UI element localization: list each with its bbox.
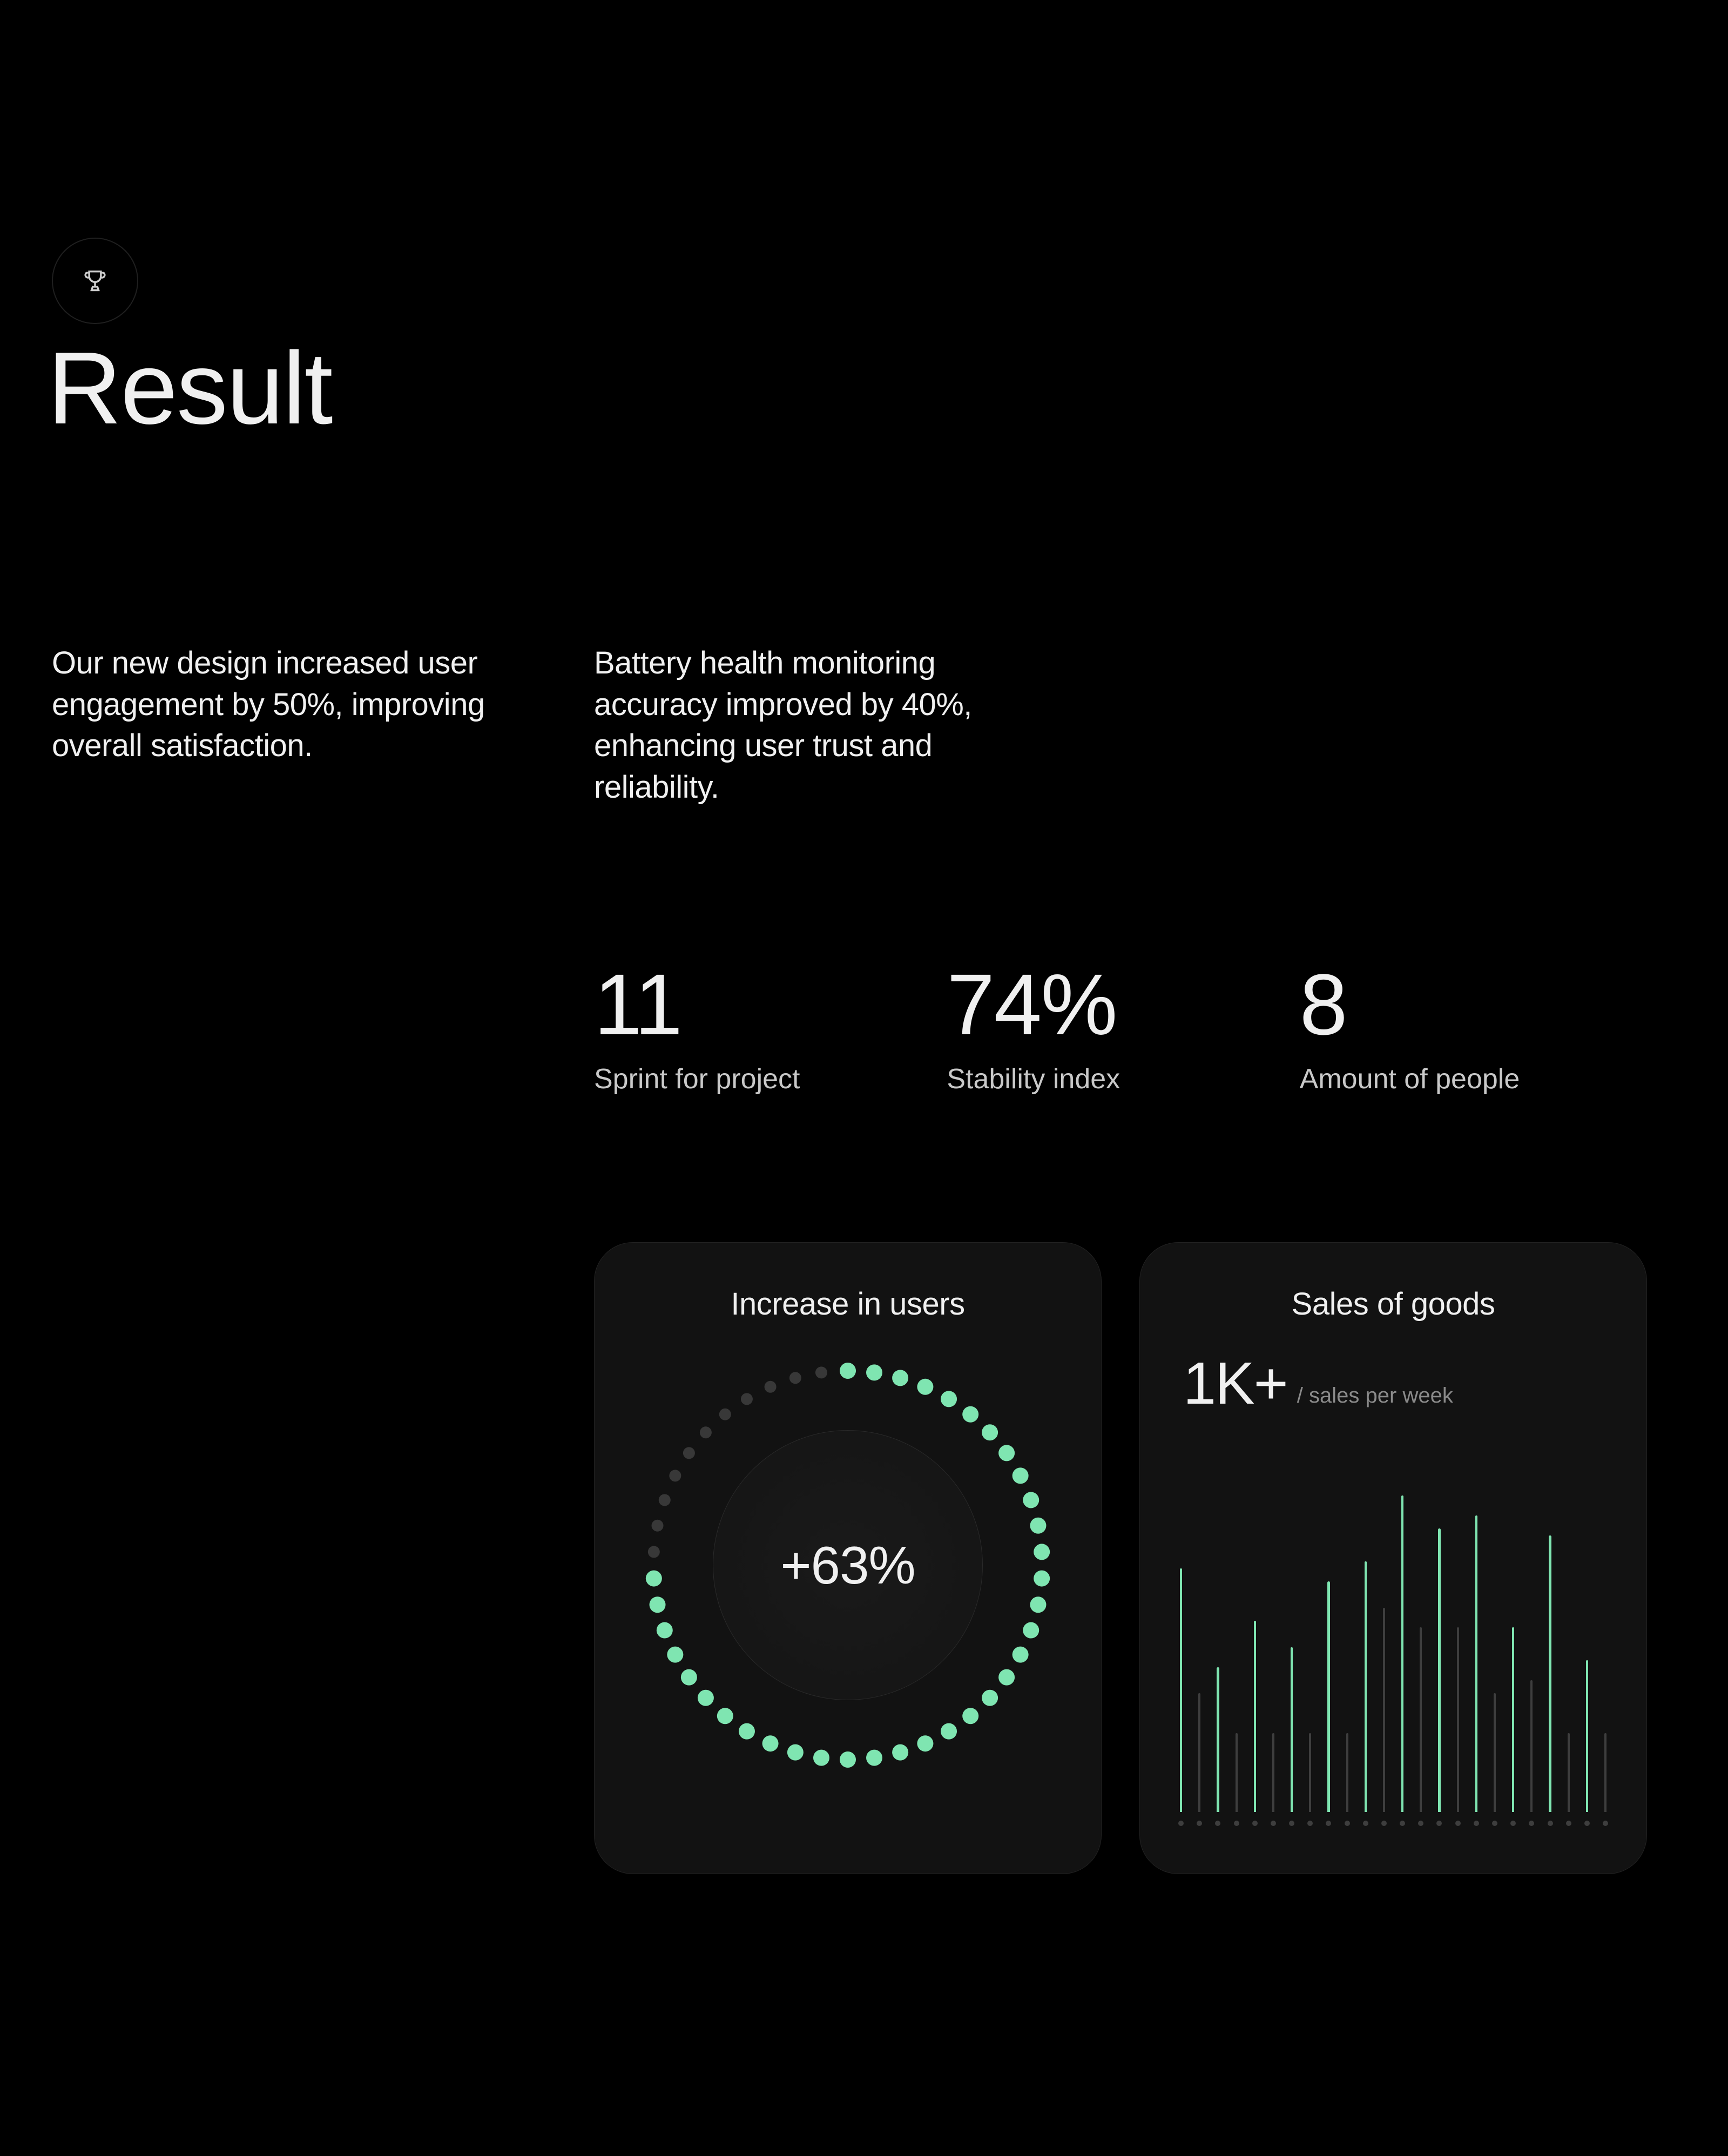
ring-dot (892, 1370, 908, 1386)
page-title: Result (48, 329, 332, 447)
bar-dim (1530, 1680, 1533, 1812)
ring-dot (717, 1708, 733, 1724)
bar-accent (1475, 1515, 1477, 1812)
bar-accent (1365, 1561, 1367, 1812)
ring-dot (1034, 1571, 1050, 1587)
ring-dot (962, 1708, 978, 1724)
bar-dim (1568, 1733, 1570, 1812)
ring-dot (840, 1363, 856, 1379)
ring-dot (982, 1690, 998, 1706)
stat-value: 74% (947, 961, 1267, 1048)
ring-dot (719, 1409, 731, 1420)
bar-accent (1401, 1495, 1403, 1812)
stat-value: 11 (594, 961, 914, 1048)
ring-dot (650, 1596, 666, 1613)
bar-accent (1586, 1660, 1588, 1812)
ring-dot (1030, 1518, 1046, 1534)
card-sales: Sales of goods 1K+ / sales per week (1139, 1242, 1647, 1874)
ring-dot (657, 1622, 673, 1639)
ring-dot (1013, 1647, 1029, 1663)
ring-dot (941, 1723, 957, 1740)
ring-dot (840, 1751, 856, 1768)
ring-dot (1023, 1622, 1039, 1639)
ring-dot (789, 1372, 801, 1384)
ring-dot (739, 1723, 755, 1740)
stat-label: Sprint for project (594, 1063, 914, 1095)
ring-dot (700, 1426, 712, 1438)
ring-dot (998, 1669, 1015, 1686)
bar-dim (1383, 1608, 1385, 1812)
ring-dot (998, 1445, 1015, 1461)
stat-label: Stability index (947, 1063, 1267, 1095)
progress-value: +63% (713, 1430, 983, 1700)
stat-value: 8 (1300, 961, 1620, 1048)
stat-people: 8 Amount of people (1300, 961, 1620, 1095)
bar-accent (1180, 1568, 1182, 1812)
ring-dot (667, 1647, 683, 1663)
trophy-icon (52, 238, 138, 324)
ring-dot (652, 1520, 664, 1532)
ring-dot (765, 1381, 777, 1393)
bar-dim (1236, 1733, 1238, 1812)
ring-dot (648, 1546, 660, 1558)
progress-ring: +63% (637, 1355, 1058, 1776)
bar-dim (1494, 1693, 1496, 1812)
bar-dim (1198, 1693, 1200, 1812)
bar-dim (1604, 1733, 1606, 1812)
sales-per: / sales per week (1297, 1384, 1453, 1408)
ring-dot (1013, 1467, 1029, 1484)
ring-dot (813, 1750, 829, 1766)
result-summary-1: Our new design increased user engagement… (52, 643, 516, 767)
ring-dot (962, 1406, 978, 1423)
stats-row: 11 Sprint for project 74% Stability inde… (594, 961, 1620, 1095)
bar-dim (1272, 1733, 1274, 1812)
ring-dot (787, 1744, 804, 1761)
card-title: Sales of goods (1178, 1286, 1609, 1322)
ring-dot (683, 1447, 695, 1459)
cards-row: Increase in users +63% Sales of goods 1K… (594, 1242, 1647, 1874)
ring-dot (917, 1379, 933, 1395)
bar-accent (1512, 1627, 1514, 1812)
ring-dot (681, 1669, 697, 1686)
card-users: Increase in users +63% (594, 1242, 1102, 1874)
ring-dot (762, 1735, 779, 1751)
stat-label: Amount of people (1300, 1063, 1620, 1095)
ring-dot (815, 1366, 827, 1378)
ring-dot (1030, 1596, 1046, 1613)
ring-dot (698, 1690, 714, 1706)
ring-dot (741, 1393, 753, 1405)
ring-dot (866, 1750, 882, 1766)
ring-dot (917, 1735, 933, 1751)
ring-dot (892, 1744, 908, 1761)
bar-dim (1346, 1733, 1348, 1812)
bar-accent (1549, 1535, 1551, 1812)
ring-dot (941, 1391, 957, 1407)
ring-dot (1023, 1492, 1039, 1508)
bar-dim (1457, 1627, 1459, 1812)
ring-dot (1034, 1544, 1050, 1560)
bar-accent (1438, 1528, 1440, 1812)
ring-dot (669, 1470, 681, 1481)
ring-dot (646, 1571, 662, 1587)
bar-accent (1291, 1647, 1293, 1812)
ring-dot (866, 1364, 882, 1380)
result-summary-2: Battery health monitoring accuracy impro… (594, 643, 1058, 808)
card-title: Increase in users (632, 1286, 1063, 1322)
sales-bar-chart (1178, 1483, 1609, 1812)
stat-stability: 74% Stability index (947, 961, 1267, 1095)
bar-accent (1254, 1621, 1256, 1812)
bar-dim (1420, 1627, 1422, 1812)
ring-dot (982, 1424, 998, 1440)
bar-accent (1327, 1581, 1329, 1812)
bar-accent (1217, 1667, 1219, 1812)
sales-headline: 1K+ (1183, 1349, 1287, 1418)
stat-sprint: 11 Sprint for project (594, 961, 914, 1095)
bar-dim (1309, 1733, 1311, 1812)
ring-dot (659, 1494, 671, 1506)
